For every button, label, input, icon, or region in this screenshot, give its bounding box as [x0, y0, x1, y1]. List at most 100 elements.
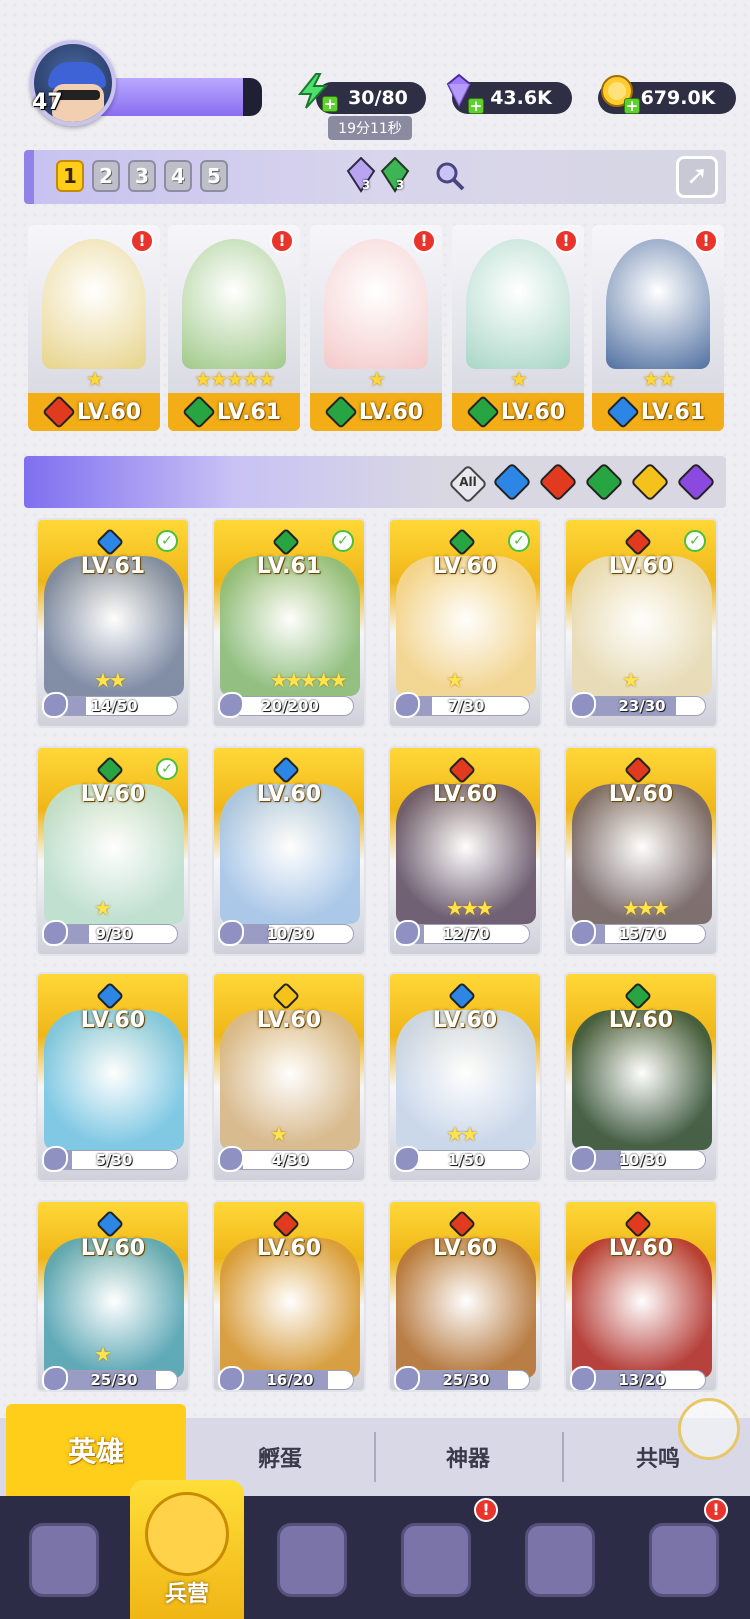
hero-card[interactable]: LV.61 ★★ 14/50 ✓ [36, 518, 190, 728]
shard-progress-bar: 12/70 [402, 924, 530, 944]
team-hero-card[interactable]: ★ LV.60! [310, 225, 442, 431]
hero-card[interactable]: LV.60 ★ 23/30 ✓ [564, 518, 718, 728]
filter-all-button[interactable]: All [448, 464, 488, 504]
filter-light-button[interactable] [630, 462, 670, 502]
hero-level: LV.60 [432, 1236, 498, 1261]
water-element-icon [271, 755, 301, 785]
shard-progress-bar: 14/50 [50, 696, 178, 716]
team-tab-3[interactable]: 3 [128, 160, 156, 192]
hero-level-band: LV.60 [310, 393, 442, 431]
gold-plus-icon[interactable]: + [624, 98, 640, 114]
shard-progress-bar: 10/30 [578, 1150, 706, 1170]
hero-stars: ★ [510, 367, 528, 391]
light-element-icon [271, 981, 301, 1011]
team-hero-card[interactable]: ★ LV.60! [28, 225, 160, 431]
team-hero-card[interactable]: ★★★★★ LV.61! [168, 225, 300, 431]
filter-dark-button[interactable] [676, 462, 716, 502]
shard-count: 1/50 [447, 1151, 485, 1169]
purple-crystal-icon[interactable] [346, 157, 376, 193]
shop-icon [401, 1523, 471, 1597]
water-element-icon [492, 462, 532, 502]
shard-count: 15/70 [618, 925, 666, 943]
hero-card[interactable]: LV.60 13/20 [564, 1200, 718, 1392]
shard-count: 12/70 [442, 925, 490, 943]
hero-card[interactable]: LV.60 ★★★ 15/70 [564, 746, 718, 956]
hero-card[interactable]: LV.60 10/30 [564, 972, 718, 1182]
gem-plus-icon[interactable]: + [468, 98, 484, 114]
team-tab-4[interactable]: 4 [164, 160, 192, 192]
hero-card[interactable]: LV.60 ★ 9/30 ✓ [36, 746, 190, 956]
shard-icon [42, 1146, 68, 1172]
shard-icon [394, 1146, 420, 1172]
hero-card[interactable]: LV.60 ★ 4/30 [212, 972, 366, 1182]
filter-wind-button[interactable] [584, 462, 624, 502]
tab-divider [374, 1432, 376, 1482]
hero-level-band: LV.60 [452, 393, 584, 431]
xp-bar [100, 78, 262, 116]
shard-count: 14/50 [90, 697, 138, 715]
shard-count: 5/30 [95, 1151, 133, 1169]
hero-stars: ★ [94, 896, 112, 920]
fire-element-icon [41, 395, 76, 429]
gold-value: 679.0K [640, 87, 716, 109]
team-tab-5[interactable]: 5 [200, 160, 228, 192]
hero-level-band: LV.61 [168, 393, 300, 431]
hero-level: LV.60 [256, 1236, 322, 1261]
shard-progress-bar: 10/30 [226, 924, 354, 944]
exclamation-icon: ! [412, 229, 436, 253]
shard-icon [42, 692, 68, 718]
shard-icon [394, 1366, 420, 1390]
hero-stars: ★★★★★ [270, 668, 348, 692]
hero-portrait [324, 239, 428, 369]
shard-icon [570, 1146, 596, 1172]
energy-plus-icon[interactable]: + [322, 96, 338, 112]
hero-level: LV.60 [608, 1008, 674, 1033]
nav-barracks[interactable]: 兵营 [130, 1480, 244, 1619]
hero-stars: ★★ [94, 668, 127, 692]
hero-card[interactable]: LV.61 ★★★★★ 20/200 ✓ [212, 518, 366, 728]
nav-shop[interactable] [386, 1510, 486, 1610]
hero-level: LV.60 [608, 782, 674, 807]
team-tab-2[interactable]: 2 [92, 160, 120, 192]
share-button[interactable]: ➚ [676, 156, 718, 198]
team-hero-card[interactable]: ★ LV.60! [452, 225, 584, 431]
nav-map[interactable] [262, 1510, 362, 1610]
hero-level: LV.60 [358, 399, 424, 425]
shard-progress-bar: 25/30 [402, 1370, 530, 1390]
energy-timer: 19分11秒 [328, 116, 412, 140]
nav-arena[interactable] [634, 1510, 734, 1610]
tab-artifacts[interactable]: 神器 [378, 1418, 558, 1496]
shard-count: 7/30 [447, 697, 485, 715]
wind-element-icon [584, 462, 624, 502]
hero-card[interactable]: LV.60 5/30 [36, 972, 190, 1182]
hero-stars: ★ [622, 668, 640, 692]
nav-cards[interactable] [14, 1510, 114, 1610]
water-element-icon [95, 527, 125, 557]
green-crystal-icon[interactable] [380, 157, 410, 193]
hero-level: LV.60 [256, 782, 322, 807]
hero-card[interactable]: LV.60 16/20 [212, 1200, 366, 1392]
hero-stars: ★★ [642, 367, 676, 391]
shard-count: 23/30 [618, 697, 666, 715]
check-icon: ✓ [332, 530, 354, 552]
hero-stars: ★★★★★ [194, 367, 276, 391]
nav-barracks-label: 兵营 [164, 1581, 209, 1607]
hero-card[interactable]: LV.60 ★ 7/30 ✓ [388, 518, 542, 728]
hero-card[interactable]: LV.60 ★★ 1/50 [388, 972, 542, 1182]
nav-guild[interactable] [510, 1510, 610, 1610]
team-hero-card[interactable]: ★★ LV.61! [592, 225, 724, 431]
hero-card[interactable]: LV.60 ★★★ 12/70 [388, 746, 542, 956]
top-bar: 47 30/80 + 19分11秒 43.6K + 679.0K + [0, 0, 750, 140]
floating-compass-button[interactable] [678, 1398, 740, 1460]
hero-card[interactable]: LV.60 ★ 25/30 [36, 1200, 190, 1392]
shard-progress-bar: 1/50 [402, 1150, 530, 1170]
filter-water-button[interactable] [492, 462, 532, 502]
hero-card[interactable]: LV.60 25/30 [388, 1200, 542, 1392]
wind-element-icon [623, 981, 653, 1011]
team-tab-1[interactable]: 1 [56, 160, 84, 192]
hero-card[interactable]: LV.60 10/30 [212, 746, 366, 956]
shard-icon [570, 692, 596, 718]
shop-alert-icon: ! [474, 1498, 498, 1522]
filter-fire-button[interactable] [538, 462, 578, 502]
magnifier-icon[interactable] [434, 160, 466, 192]
